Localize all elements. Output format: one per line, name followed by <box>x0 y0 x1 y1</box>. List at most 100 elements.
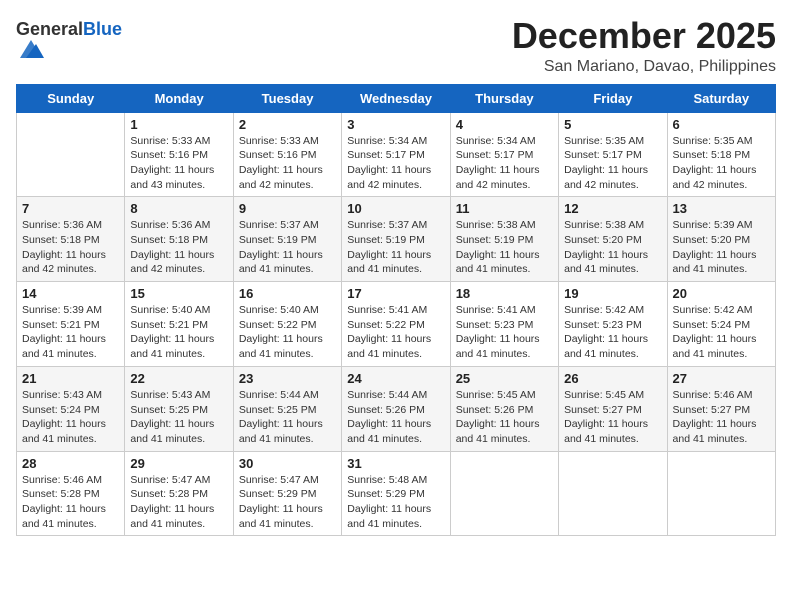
day-number: 19 <box>564 286 661 301</box>
title-block: December 2025 San Mariano, Davao, Philip… <box>512 16 776 76</box>
day-number: 13 <box>673 201 770 216</box>
calendar-cell: 26 Sunrise: 5:45 AMSunset: 5:27 PMDayligh… <box>559 366 667 451</box>
week-row-1: 1 Sunrise: 5:33 AMSunset: 5:16 PMDaylight… <box>17 112 776 197</box>
day-number: 5 <box>564 117 661 132</box>
day-info: Sunrise: 5:36 AMSunset: 5:18 PMDaylight:… <box>130 218 227 277</box>
day-number: 18 <box>456 286 553 301</box>
day-info: Sunrise: 5:36 AMSunset: 5:18 PMDaylight:… <box>22 218 119 277</box>
calendar-cell: 23Sunrise: 5:44 AMSunset: 5:25 PMDayligh… <box>233 366 341 451</box>
day-info: Sunrise: 5:39 AMSunset: 5:20 PMDaylight:… <box>673 218 770 277</box>
calendar-cell: 1 Sunrise: 5:33 AMSunset: 5:16 PMDaylight… <box>125 112 233 197</box>
day-number: 29 <box>130 456 227 471</box>
weekday-header-row: SundayMondayTuesdayWednesdayThursdayFrid… <box>17 84 776 112</box>
calendar-cell: 18 Sunrise: 5:41 AMSunset: 5:23 PMDayligh… <box>450 282 558 367</box>
day-number: 26 <box>564 371 661 386</box>
week-row-5: 28 Sunrise: 5:46 AMSunset: 5:28 PMDayligh… <box>17 451 776 536</box>
day-number: 3 <box>347 117 444 132</box>
day-info: Sunrise: 5:46 AMSunset: 5:27 PMDaylight:… <box>673 388 770 447</box>
day-info: Sunrise: 5:35 AMSunset: 5:17 PMDaylight:… <box>564 134 661 193</box>
day-info: Sunrise: 5:41 AMSunset: 5:23 PMDaylight:… <box>456 303 553 362</box>
calendar-cell: 25Sunrise: 5:45 AMSunset: 5:26 PMDayligh… <box>450 366 558 451</box>
calendar-cell: 7 Sunrise: 5:36 AMSunset: 5:18 PMDaylight… <box>17 197 125 282</box>
calendar-cell: 9 Sunrise: 5:37 AMSunset: 5:19 PMDaylight… <box>233 197 341 282</box>
calendar-cell: 31Sunrise: 5:48 AMSunset: 5:29 PMDayligh… <box>342 451 450 536</box>
calendar-cell <box>450 451 558 536</box>
calendar-cell: 3 Sunrise: 5:34 AMSunset: 5:17 PMDaylight… <box>342 112 450 197</box>
day-number: 27 <box>673 371 770 386</box>
day-number: 30 <box>239 456 336 471</box>
day-number: 23 <box>239 371 336 386</box>
calendar-cell: 13 Sunrise: 5:39 AMSunset: 5:20 PMDayligh… <box>667 197 775 282</box>
day-info: Sunrise: 5:33 AMSunset: 5:16 PMDaylight:… <box>130 134 227 193</box>
day-info: Sunrise: 5:38 AMSunset: 5:20 PMDaylight:… <box>564 218 661 277</box>
day-info: Sunrise: 5:34 AMSunset: 5:17 PMDaylight:… <box>456 134 553 193</box>
day-info: Sunrise: 5:47 AMSunset: 5:28 PMDaylight:… <box>130 473 227 532</box>
logo: GeneralBlue <box>16 20 122 60</box>
day-number: 24 <box>347 371 444 386</box>
day-info: Sunrise: 5:42 AMSunset: 5:23 PMDaylight:… <box>564 303 661 362</box>
calendar-cell: 14 Sunrise: 5:39 AMSunset: 5:21 PMDayligh… <box>17 282 125 367</box>
logo-icon <box>16 38 46 60</box>
day-info: Sunrise: 5:35 AMSunset: 5:18 PMDaylight:… <box>673 134 770 193</box>
day-number: 9 <box>239 201 336 216</box>
day-info: Sunrise: 5:45 AMSunset: 5:26 PMDaylight:… <box>456 388 553 447</box>
weekday-header-monday: Monday <box>125 84 233 112</box>
day-info: Sunrise: 5:48 AMSunset: 5:29 PMDaylight:… <box>347 473 444 532</box>
day-info: Sunrise: 5:37 AMSunset: 5:19 PMDaylight:… <box>239 218 336 277</box>
day-number: 22 <box>130 371 227 386</box>
calendar-cell: 4 Sunrise: 5:34 AMSunset: 5:17 PMDaylight… <box>450 112 558 197</box>
day-info: Sunrise: 5:42 AMSunset: 5:24 PMDaylight:… <box>673 303 770 362</box>
day-number: 6 <box>673 117 770 132</box>
day-info: Sunrise: 5:47 AMSunset: 5:29 PMDaylight:… <box>239 473 336 532</box>
day-number: 28 <box>22 456 119 471</box>
day-number: 4 <box>456 117 553 132</box>
calendar-cell: 2 Sunrise: 5:33 AMSunset: 5:16 PMDaylight… <box>233 112 341 197</box>
day-info: Sunrise: 5:33 AMSunset: 5:16 PMDaylight:… <box>239 134 336 193</box>
day-number: 14 <box>22 286 119 301</box>
day-number: 15 <box>130 286 227 301</box>
calendar-cell <box>17 112 125 197</box>
day-info: Sunrise: 5:39 AMSunset: 5:21 PMDaylight:… <box>22 303 119 362</box>
day-info: Sunrise: 5:46 AMSunset: 5:28 PMDaylight:… <box>22 473 119 532</box>
day-info: Sunrise: 5:40 AMSunset: 5:21 PMDaylight:… <box>130 303 227 362</box>
calendar-cell: 22Sunrise: 5:43 AMSunset: 5:25 PMDayligh… <box>125 366 233 451</box>
day-info: Sunrise: 5:45 AMSunset: 5:27 PMDaylight:… <box>564 388 661 447</box>
day-number: 1 <box>130 117 227 132</box>
calendar-cell: 10Sunrise: 5:37 AMSunset: 5:19 PMDayligh… <box>342 197 450 282</box>
calendar-table: SundayMondayTuesdayWednesdayThursdayFrid… <box>16 84 776 537</box>
weekday-header-wednesday: Wednesday <box>342 84 450 112</box>
logo-blue-text: Blue <box>83 19 122 39</box>
day-number: 21 <box>22 371 119 386</box>
calendar-cell: 8Sunrise: 5:36 AMSunset: 5:18 PMDaylight… <box>125 197 233 282</box>
calendar-cell: 11 Sunrise: 5:38 AMSunset: 5:19 PMDayligh… <box>450 197 558 282</box>
day-number: 11 <box>456 201 553 216</box>
calendar-cell: 6 Sunrise: 5:35 AMSunset: 5:18 PMDaylight… <box>667 112 775 197</box>
week-row-2: 7 Sunrise: 5:36 AMSunset: 5:18 PMDaylight… <box>17 197 776 282</box>
day-info: Sunrise: 5:38 AMSunset: 5:19 PMDaylight:… <box>456 218 553 277</box>
day-number: 7 <box>22 201 119 216</box>
calendar-cell: 29 Sunrise: 5:47 AMSunset: 5:28 PMDayligh… <box>125 451 233 536</box>
calendar-cell: 5 Sunrise: 5:35 AMSunset: 5:17 PMDaylight… <box>559 112 667 197</box>
calendar-cell: 15 Sunrise: 5:40 AMSunset: 5:21 PMDayligh… <box>125 282 233 367</box>
page-header: GeneralBlue December 2025 San Mariano, D… <box>16 16 776 76</box>
day-number: 2 <box>239 117 336 132</box>
calendar-cell: 30 Sunrise: 5:47 AMSunset: 5:29 PMDayligh… <box>233 451 341 536</box>
weekday-header-tuesday: Tuesday <box>233 84 341 112</box>
day-info: Sunrise: 5:40 AMSunset: 5:22 PMDaylight:… <box>239 303 336 362</box>
day-info: Sunrise: 5:43 AMSunset: 5:24 PMDaylight:… <box>22 388 119 447</box>
location-subtitle: San Mariano, Davao, Philippines <box>512 58 776 76</box>
month-title: December 2025 <box>512 16 776 56</box>
calendar-cell: 28 Sunrise: 5:46 AMSunset: 5:28 PMDayligh… <box>17 451 125 536</box>
weekday-header-sunday: Sunday <box>17 84 125 112</box>
day-info: Sunrise: 5:34 AMSunset: 5:17 PMDaylight:… <box>347 134 444 193</box>
day-number: 16 <box>239 286 336 301</box>
calendar-cell <box>667 451 775 536</box>
week-row-4: 21 Sunrise: 5:43 AMSunset: 5:24 PMDayligh… <box>17 366 776 451</box>
week-row-3: 14 Sunrise: 5:39 AMSunset: 5:21 PMDayligh… <box>17 282 776 367</box>
weekday-header-saturday: Saturday <box>667 84 775 112</box>
calendar-cell: 17Sunrise: 5:41 AMSunset: 5:22 PMDayligh… <box>342 282 450 367</box>
day-number: 20 <box>673 286 770 301</box>
logo-general-text: General <box>16 19 83 39</box>
weekday-header-thursday: Thursday <box>450 84 558 112</box>
calendar-cell: 20 Sunrise: 5:42 AMSunset: 5:24 PMDayligh… <box>667 282 775 367</box>
